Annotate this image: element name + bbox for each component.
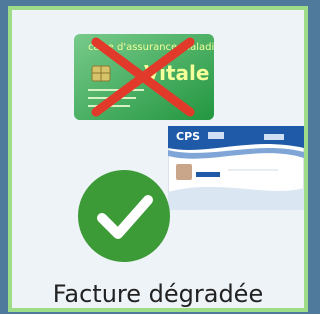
cps-brand-text: CPS [176,130,200,143]
cps-card-icon: CPS [168,126,304,210]
tile-label: Facture dégradée [52,280,264,308]
checkmark-icon [78,170,170,262]
vitale-card-crossed-icon: carte d'assurance maladie Vitale [74,34,214,120]
facture-degradee-tile[interactable]: carte d'assurance maladie Vitale CPS Fac… [8,6,308,312]
